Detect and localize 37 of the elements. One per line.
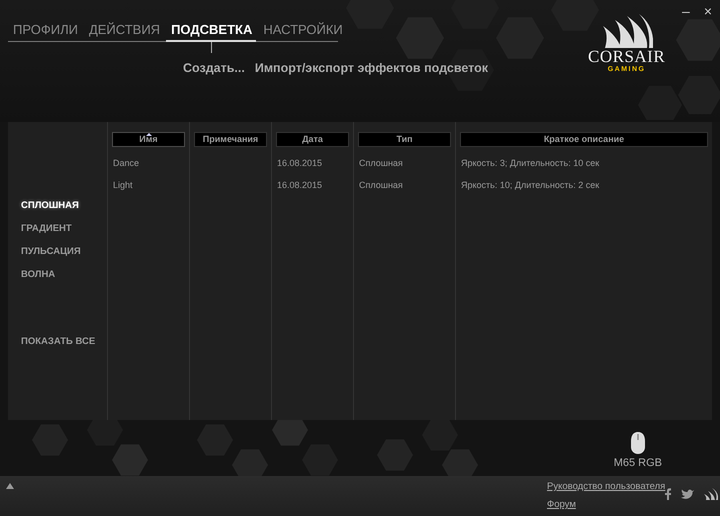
column-header[interactable]: Краткое описание — [460, 132, 708, 147]
tab[interactable]: ПРОФИЛИ — [8, 22, 82, 42]
table-cell-text: Сплошная — [359, 180, 404, 191]
show-all-link[interactable]: ПОКАЗАТЬ ВСЕ — [21, 336, 107, 347]
collapse-arrow-icon[interactable] — [6, 483, 14, 489]
device-name: M65 RGB — [614, 457, 662, 469]
sails-logo-icon — [600, 14, 653, 48]
footer-link[interactable]: Форум — [547, 499, 666, 510]
column-header[interactable]: Тип — [358, 132, 451, 147]
bird-icon[interactable] — [681, 489, 694, 499]
mouse-icon[interactable] — [630, 432, 645, 454]
effect-type-item[interactable]: СПЛОШНАЯ — [21, 200, 107, 211]
tab[interactable]: ПОДСВЕТКА — [166, 22, 256, 42]
tab[interactable]: ДЕЙСТВИЯ — [84, 22, 164, 42]
column-header[interactable]: Имя — [112, 132, 185, 147]
effect-type-item[interactable]: ГРАДИЕНТ — [21, 223, 107, 234]
footer-link[interactable]: Руководство пользователя — [547, 481, 666, 492]
column-header[interactable]: Дата — [276, 132, 349, 147]
table-cell-text: Dance — [113, 158, 140, 169]
table-cell-text: Сплошная — [359, 158, 404, 169]
table-cell-text: 16.08.2015 — [277, 180, 324, 191]
table-cell-text: Light — [113, 180, 134, 191]
action-link[interactable]: Импорт/экспорт эффектов подсветок — [254, 61, 488, 75]
effect-type-item[interactable]: ВОЛНА — [21, 269, 107, 280]
effect-type-item[interactable]: ПУЛЬСАЦИЯ — [21, 246, 107, 257]
close-button[interactable]: × — [704, 4, 712, 18]
action-link[interactable]: Создать... — [183, 61, 245, 75]
table-cell-text: Яркость: 3; Длительность: 10 сек — [461, 158, 600, 169]
column-header[interactable]: Примечания — [194, 132, 267, 147]
facebook-icon[interactable] — [665, 488, 672, 500]
tab[interactable]: НАСТРОЙКИ — [258, 22, 347, 42]
brand-name: CORSAIR — [588, 48, 666, 65]
sails-icon[interactable] — [704, 488, 718, 500]
table-cell-text: 16.08.2015 — [277, 158, 324, 169]
table-cell-text: Яркость: 10; Длительность: 2 сек — [461, 180, 600, 191]
sort-arrow-icon — [146, 133, 152, 136]
minimize-button[interactable]: – — [682, 4, 690, 18]
